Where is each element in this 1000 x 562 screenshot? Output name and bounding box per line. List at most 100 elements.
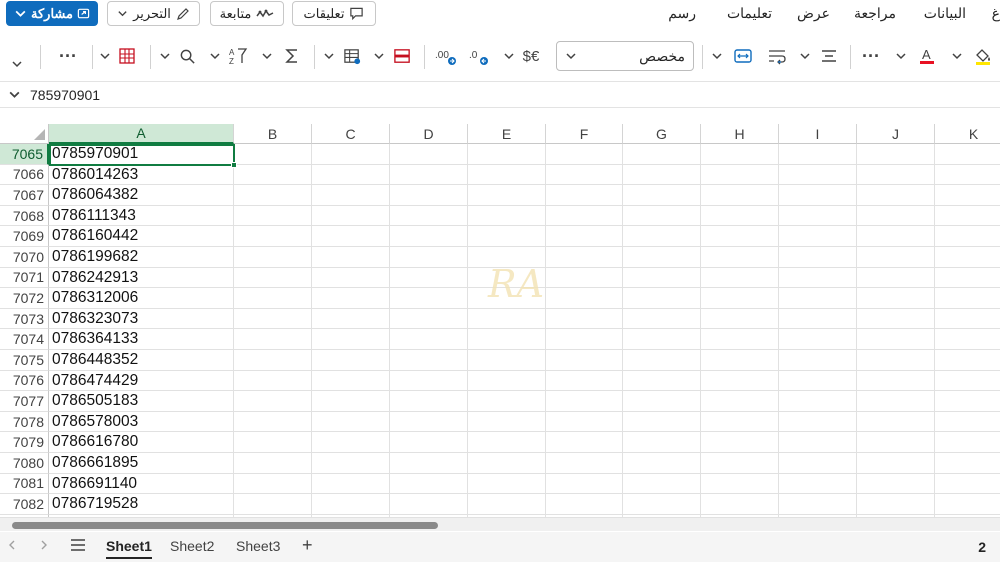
row-header[interactable]: 7065 bbox=[0, 144, 49, 165]
cell-a[interactable]: 0786691140 bbox=[49, 473, 234, 495]
cell-g[interactable] bbox=[623, 453, 701, 474]
cell-b[interactable] bbox=[234, 308, 312, 330]
cell-d[interactable] bbox=[390, 391, 468, 412]
cell-h[interactable] bbox=[701, 329, 779, 350]
cell-c[interactable] bbox=[312, 185, 390, 206]
cell-a[interactable]: 0786312006 bbox=[49, 288, 234, 309]
cell-i[interactable] bbox=[779, 432, 857, 453]
cell-b[interactable] bbox=[234, 247, 312, 268]
cell-i[interactable] bbox=[779, 370, 857, 392]
column-header-h[interactable]: H bbox=[701, 124, 779, 144]
tab-review[interactable]: مراجعة bbox=[854, 5, 896, 22]
cell-f[interactable] bbox=[546, 205, 623, 227]
cell-c[interactable] bbox=[312, 411, 390, 433]
cell-d[interactable] bbox=[390, 432, 468, 453]
cell-h[interactable] bbox=[701, 164, 779, 186]
cell-b[interactable] bbox=[234, 350, 312, 371]
horizontal-scrollbar[interactable] bbox=[0, 517, 1000, 531]
cell-d[interactable] bbox=[390, 185, 468, 206]
cell-g[interactable] bbox=[623, 411, 701, 433]
cell-a[interactable]: 0786323073 bbox=[49, 308, 234, 330]
dropdown-chevron[interactable] bbox=[156, 43, 174, 69]
cell-g[interactable] bbox=[623, 205, 701, 227]
formula-bar-value[interactable]: 785970901 bbox=[30, 87, 100, 103]
cell-k[interactable] bbox=[935, 494, 1000, 515]
cell-b[interactable] bbox=[234, 432, 312, 453]
more-format-button[interactable]: ··· bbox=[856, 43, 886, 69]
cell-g[interactable] bbox=[623, 370, 701, 392]
cell-d[interactable] bbox=[390, 453, 468, 474]
cell-j[interactable] bbox=[857, 288, 935, 309]
cell-k[interactable] bbox=[935, 350, 1000, 371]
cell-f[interactable] bbox=[546, 350, 623, 371]
dropdown-chevron[interactable] bbox=[320, 43, 338, 69]
cell-e[interactable] bbox=[468, 432, 546, 453]
catch-up-button[interactable]: متابعة bbox=[210, 1, 284, 26]
cell-d[interactable] bbox=[390, 494, 468, 515]
cell-c[interactable] bbox=[312, 494, 390, 515]
cell-a[interactable]: 0786199682 bbox=[49, 247, 234, 268]
cell-a[interactable]: 0786014263 bbox=[49, 164, 234, 186]
column-header-a[interactable]: A bbox=[49, 124, 234, 144]
currency-format-button[interactable]: $€ bbox=[518, 43, 544, 69]
cell-h[interactable] bbox=[701, 185, 779, 206]
row-header[interactable]: 7071 bbox=[0, 267, 49, 289]
cell-c[interactable] bbox=[312, 473, 390, 495]
cell-c[interactable] bbox=[312, 205, 390, 227]
cell-b[interactable] bbox=[234, 185, 312, 206]
row-header[interactable]: 7070 bbox=[0, 247, 49, 268]
cell-e[interactable] bbox=[468, 226, 546, 247]
cell-a[interactable]: 0786064382 bbox=[49, 185, 234, 206]
font-color-button[interactable]: A bbox=[914, 43, 940, 69]
cell-h[interactable] bbox=[701, 473, 779, 495]
cell-k[interactable] bbox=[935, 453, 1000, 474]
cell-g[interactable] bbox=[623, 391, 701, 412]
cell-d[interactable] bbox=[390, 308, 468, 330]
column-header-e[interactable]: E bbox=[468, 124, 546, 144]
cell-c[interactable] bbox=[312, 164, 390, 186]
cell-f[interactable] bbox=[546, 308, 623, 330]
cell-e[interactable] bbox=[468, 494, 546, 515]
cell-k[interactable] bbox=[935, 185, 1000, 206]
cell-i[interactable] bbox=[779, 308, 857, 330]
cell-j[interactable] bbox=[857, 432, 935, 453]
dropdown-chevron[interactable] bbox=[500, 43, 518, 69]
cell-j[interactable] bbox=[857, 308, 935, 330]
cell-b[interactable] bbox=[234, 144, 312, 165]
cell-k[interactable] bbox=[935, 391, 1000, 412]
cell-b[interactable] bbox=[234, 391, 312, 412]
cell-h[interactable] bbox=[701, 205, 779, 227]
sheet-tab-sheet2[interactable]: Sheet2 bbox=[170, 538, 214, 554]
column-header-d[interactable]: D bbox=[390, 124, 468, 144]
cell-a[interactable]: 0786578003 bbox=[49, 411, 234, 433]
cell-b[interactable] bbox=[234, 453, 312, 474]
cell-c[interactable] bbox=[312, 391, 390, 412]
cell-d[interactable] bbox=[390, 144, 468, 165]
cell-f[interactable] bbox=[546, 370, 623, 392]
prev-sheet-button[interactable] bbox=[6, 538, 18, 552]
cell-h[interactable] bbox=[701, 144, 779, 165]
cell-i[interactable] bbox=[779, 391, 857, 412]
cell-b[interactable] bbox=[234, 494, 312, 515]
fill-color-button[interactable] bbox=[970, 43, 996, 69]
cell-j[interactable] bbox=[857, 144, 935, 165]
cell-f[interactable] bbox=[546, 473, 623, 495]
row-header[interactable]: 7076 bbox=[0, 370, 49, 392]
cell-a[interactable]: 0786111343 bbox=[49, 205, 234, 227]
cell-a[interactable]: 0786242913 bbox=[49, 267, 234, 289]
column-header-k[interactable]: K bbox=[935, 124, 1000, 144]
cell-c[interactable] bbox=[312, 432, 390, 453]
cell-k[interactable] bbox=[935, 412, 1000, 433]
cell-a[interactable]: 0786505183 bbox=[49, 391, 234, 412]
row-header[interactable]: 7073 bbox=[0, 308, 49, 330]
cell-f[interactable] bbox=[546, 144, 623, 165]
cell-c[interactable] bbox=[312, 288, 390, 309]
cell-f[interactable] bbox=[546, 267, 623, 289]
cell-d[interactable] bbox=[390, 267, 468, 289]
sheet-tab-sheet1[interactable]: Sheet1 bbox=[106, 538, 152, 559]
chevron-down-icon[interactable] bbox=[8, 88, 21, 101]
column-header-i[interactable]: I bbox=[779, 124, 857, 144]
cell-a[interactable]: 0786160442 bbox=[49, 226, 234, 247]
all-sheets-button[interactable] bbox=[70, 538, 86, 552]
cell-h[interactable] bbox=[701, 267, 779, 289]
